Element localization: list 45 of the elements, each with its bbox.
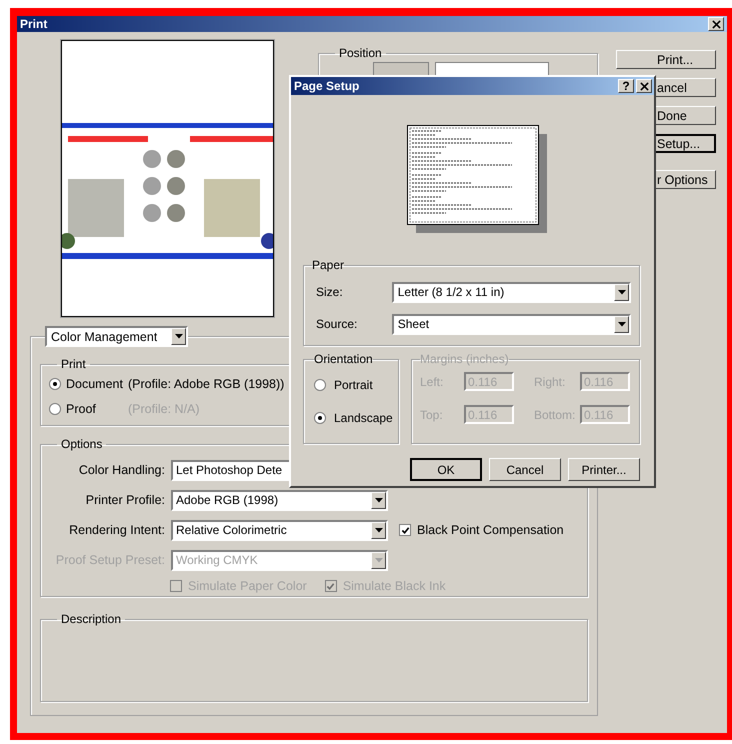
dropdown[interactable]: Relative Colorimetric xyxy=(171,520,388,540)
group-label: Paper xyxy=(312,258,344,272)
group-label: Position xyxy=(338,46,383,60)
close-icon xyxy=(640,82,648,90)
field-label: Size: xyxy=(316,285,344,299)
dialog-button[interactable]: Cancel xyxy=(489,458,561,481)
profile-text: (Profile: Adobe RGB (1998)) xyxy=(128,376,284,390)
close-button[interactable] xyxy=(708,17,724,31)
field-label: Color Handling: xyxy=(78,463,165,477)
dropdown[interactable]: Sheet xyxy=(392,314,631,334)
dropdown[interactable]: Adobe RGB (1998) xyxy=(171,490,388,510)
close-button[interactable] xyxy=(636,79,652,93)
radio-button[interactable] xyxy=(49,402,61,414)
section-dropdown[interactable]: Color Management xyxy=(45,326,188,347)
field-label: Rendering Intent: xyxy=(68,523,165,537)
window-title: Print xyxy=(20,17,48,31)
radio-button[interactable] xyxy=(49,378,61,390)
close-icon xyxy=(712,20,720,28)
dialog-title: Page Setup xyxy=(294,79,360,93)
dialog-button[interactable]: Printer... xyxy=(568,458,640,481)
group-label: Margins (inches) xyxy=(420,352,509,366)
group-label: Orientation xyxy=(314,352,373,366)
caret-icon xyxy=(371,492,386,508)
caret-icon xyxy=(371,552,386,568)
radio-button[interactable] xyxy=(314,378,326,390)
radio-button[interactable] xyxy=(314,412,326,424)
caret-icon xyxy=(171,328,186,345)
checkbox[interactable] xyxy=(399,524,411,536)
field-label: Source: xyxy=(316,317,358,331)
group-label: Description xyxy=(60,612,122,626)
radio-label[interactable]: Landscape xyxy=(334,410,393,424)
caret-icon xyxy=(614,284,629,300)
caret-icon xyxy=(371,522,386,538)
radio-label[interactable]: Portrait xyxy=(334,378,373,392)
group-label: Print xyxy=(60,357,87,371)
dropdown[interactable]: Letter (8 1/2 x 11 in) xyxy=(392,282,631,302)
help-button[interactable]: ? xyxy=(618,79,634,93)
group-label: Options xyxy=(60,437,104,451)
radio-label[interactable]: Proof xyxy=(66,402,128,416)
dialog-button[interactable]: Print... xyxy=(616,50,716,69)
caret-icon xyxy=(614,316,629,332)
radio-label[interactable]: Document xyxy=(66,376,128,390)
checkbox-label[interactable]: Black Point Compensation xyxy=(417,523,564,537)
dialog-button[interactable]: OK xyxy=(410,458,482,481)
field-label: Printer Profile: xyxy=(84,493,165,507)
